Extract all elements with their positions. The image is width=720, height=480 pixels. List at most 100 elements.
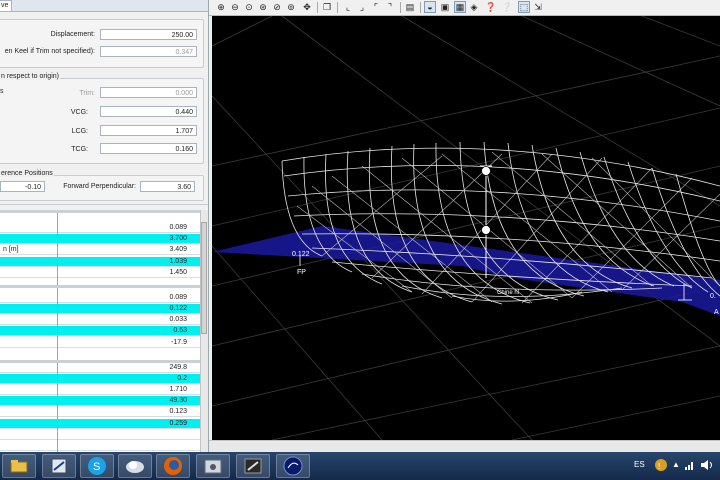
view-left-icon[interactable]: ⌞ <box>342 1 354 13</box>
about-icon[interactable]: ❔ <box>501 1 513 13</box>
row-value: 1.710 <box>169 386 187 393</box>
table-row[interactable]: 0.259 <box>0 419 200 429</box>
copy-icon[interactable]: ❐ <box>321 1 333 13</box>
side-value-label: 0. <box>710 293 716 300</box>
table-row[interactable]: 0.033 <box>0 315 200 325</box>
volume-icon[interactable] <box>700 459 714 473</box>
lcg-field[interactable]: 1.707 <box>100 125 197 136</box>
view-iso-icon[interactable]: ⌝ <box>384 1 396 13</box>
export-icon[interactable]: ⇲ <box>532 1 544 13</box>
view-top-icon[interactable]: ⌜ <box>370 1 382 13</box>
select-icon[interactable]: ⬚ <box>518 1 530 13</box>
shade-icon[interactable]: ◒ <box>424 1 436 13</box>
table-row[interactable]: 0.122 <box>0 304 200 314</box>
table-row[interactable] <box>0 430 200 440</box>
row-value: 0.259 <box>169 420 187 427</box>
row-value: 0.2 <box>177 375 187 382</box>
results-table: 0.089 3.700 n [m] 3.409 1.039 1.450 0.089… <box>0 210 200 452</box>
tools-icon[interactable] <box>236 454 270 478</box>
pan-icon[interactable]: ✥ <box>301 1 313 13</box>
tcg-field[interactable]: 0.160 <box>100 143 197 154</box>
chine-label: Chine hl <box>497 290 519 296</box>
zoom-extents-icon[interactable]: ⊛ <box>257 1 269 13</box>
keel-label: en Keel if Trim not specified): <box>4 48 95 55</box>
network-icon[interactable] <box>684 459 696 473</box>
table-row[interactable]: 249.8 <box>0 363 200 373</box>
table-row[interactable]: n [m] 3.409 <box>0 245 200 255</box>
zoom-previous-icon[interactable]: ⊘ <box>271 1 283 13</box>
displacement-field[interactable]: 250.00 <box>100 29 197 40</box>
table-row[interactable]: 0.089 <box>0 293 200 303</box>
trim-field[interactable]: 0.000 <box>100 87 197 98</box>
row-value: 0.089 <box>169 294 187 301</box>
row-value: -17.9 <box>171 339 187 346</box>
row-value: 1.450 <box>169 269 187 276</box>
forward-perpendicular-field[interactable]: 3.60 <box>140 181 195 192</box>
table-group-header <box>0 285 200 288</box>
aft-perpendicular-field[interactable]: -0.10 <box>0 181 45 192</box>
table-row[interactable]: 1.450 <box>0 268 200 278</box>
table-row[interactable]: 1.710 <box>0 385 200 395</box>
column-divider <box>57 363 58 452</box>
tcg-label: TCG: <box>71 146 88 153</box>
help-icon[interactable]: ❓ <box>485 1 497 13</box>
zoom-window-icon[interactable]: ⊙ <box>243 1 255 13</box>
zoom-all-icon[interactable]: ⊚ <box>285 1 297 13</box>
render-solid-icon[interactable]: ◈ <box>468 1 480 13</box>
view-front-icon[interactable]: ⌟ <box>356 1 368 13</box>
row-value: 0.089 <box>169 224 187 231</box>
explorer-icon[interactable] <box>2 454 36 478</box>
row-label: n [m] <box>3 246 19 253</box>
zoom-in-icon[interactable]: ⊕ <box>215 1 227 13</box>
cb-marker-sphere <box>481 225 491 235</box>
row-value: 3.409 <box>169 246 187 253</box>
displacement-label: Displacement: <box>50 31 95 38</box>
language-indicator[interactable]: ES <box>634 460 645 469</box>
toolbar-separator <box>317 2 318 13</box>
page-icon[interactable]: ▤ <box>404 1 416 13</box>
3d-viewport[interactable]: FP 0.122 Chine hl 0. A <box>212 16 720 440</box>
forward-perpendicular-label: Forward Perpendicular: <box>63 183 136 190</box>
render-wire-icon[interactable]: ▣ <box>439 1 451 13</box>
table-row[interactable]: 0.2 <box>0 374 200 384</box>
table-row[interactable]: 0.089 <box>0 223 200 233</box>
table-row[interactable]: 49.30 <box>0 396 200 406</box>
table-row[interactable] <box>0 441 200 451</box>
table-row[interactable]: 3.700 <box>0 234 200 244</box>
firefox-icon[interactable] <box>156 454 190 478</box>
table-row[interactable]: -17.9 <box>0 338 200 348</box>
table-row[interactable]: 0.123 <box>0 407 200 417</box>
hull-wireframe: FP 0.122 Chine hl 0. A <box>212 16 720 440</box>
row-value: 3.700 <box>169 235 187 242</box>
column-divider <box>57 288 58 360</box>
skype-icon[interactable]: S <box>80 454 114 478</box>
column-divider <box>57 213 58 285</box>
row-value: 0.122 <box>169 305 187 312</box>
flag-icon[interactable]: ! <box>654 458 668 474</box>
render-shaded-icon[interactable]: ▦ <box>454 1 466 13</box>
tab-properties[interactable]: ve <box>0 0 12 11</box>
table-group-header <box>0 210 200 213</box>
lens-icon[interactable] <box>276 454 310 478</box>
cog-group-title: n respect to origin) <box>0 73 60 80</box>
table-scroll-thumb[interactable] <box>201 222 207 334</box>
section-divider <box>0 204 208 205</box>
toolbar-separator <box>420 2 421 13</box>
reference-group-title: erence Positions <box>0 170 54 177</box>
vcg-label: VCG: <box>70 109 88 116</box>
table-row[interactable]: 0.53 <box>0 326 200 336</box>
svg-text:S: S <box>93 461 100 473</box>
browser-icon[interactable] <box>118 454 152 478</box>
vcg-field[interactable]: 0.440 <box>100 106 197 117</box>
media-icon[interactable] <box>196 454 230 478</box>
floor-grid <box>212 16 720 440</box>
zoom-out-icon[interactable]: ⊖ <box>229 1 241 13</box>
draft-label: 0.122 <box>292 251 310 258</box>
toolbar-separator <box>400 2 401 13</box>
tray-arrow-icon[interactable]: ▲ <box>672 460 680 469</box>
keel-draft-field[interactable]: 0.347 <box>100 46 197 57</box>
app-icon[interactable] <box>42 454 76 478</box>
table-row[interactable]: 1.039 <box>0 257 200 267</box>
displacement-group <box>0 19 204 68</box>
toolbar-separator <box>337 2 338 13</box>
